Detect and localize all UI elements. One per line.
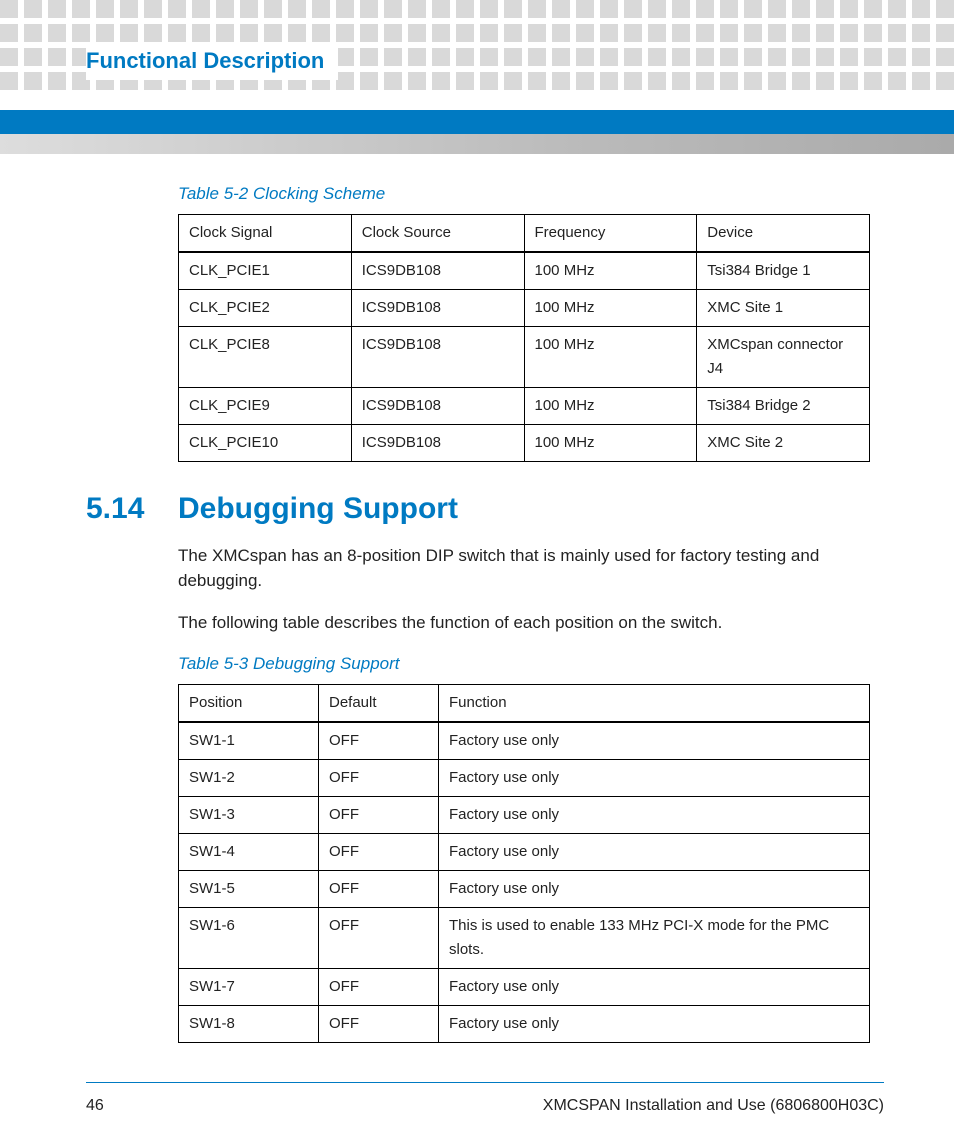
page-footer: 46 XMCSPAN Installation and Use (6806800… <box>86 1097 884 1115</box>
section-number: 5.14 <box>86 492 178 526</box>
table-cell: 100 MHz <box>524 290 697 327</box>
table-cell: This is used to enable 133 MHz PCI-X mod… <box>439 907 870 968</box>
table-cell: Tsi384 Bridge 2 <box>697 388 870 425</box>
table-cell: SW1-8 <box>179 1005 319 1042</box>
table-cell: XMCspan connector J4 <box>697 327 870 388</box>
table-header-cell: Frequency <box>524 215 697 253</box>
table-cell: SW1-4 <box>179 833 319 870</box>
table-header-cell: Default <box>319 684 439 722</box>
table-5-2-caption: Table 5-2 Clocking Scheme <box>178 184 870 204</box>
table-row: SW1-7OFFFactory use only <box>179 968 870 1005</box>
table-5-3-caption: Table 5-3 Debugging Support <box>178 654 870 674</box>
table-cell: Tsi384 Bridge 1 <box>697 252 870 290</box>
table-cell: CLK_PCIE8 <box>179 327 352 388</box>
table-cell: SW1-1 <box>179 722 319 760</box>
table-cell: Factory use only <box>439 870 870 907</box>
table-header-cell: Clock Signal <box>179 215 352 253</box>
table-cell: SW1-6 <box>179 907 319 968</box>
section-heading: 5.14 Debugging Support <box>86 492 870 526</box>
table-row: SW1-3OFFFactory use only <box>179 796 870 833</box>
clocking-scheme-table: Clock SignalClock SourceFrequencyDevice … <box>178 214 870 462</box>
table-cell: Factory use only <box>439 759 870 796</box>
table-cell: ICS9DB108 <box>351 327 524 388</box>
table-row: SW1-8OFFFactory use only <box>179 1005 870 1042</box>
table-row: CLK_PCIE9ICS9DB108100 MHzTsi384 Bridge 2 <box>179 388 870 425</box>
page-section-title: Functional Description <box>86 42 338 80</box>
table-row: CLK_PCIE8ICS9DB108100 MHzXMCspan connect… <box>179 327 870 388</box>
table-cell: SW1-5 <box>179 870 319 907</box>
table-header-cell: Position <box>179 684 319 722</box>
table-row: SW1-4OFFFactory use only <box>179 833 870 870</box>
table-cell: ICS9DB108 <box>351 388 524 425</box>
table-cell: OFF <box>319 1005 439 1042</box>
table-header-cell: Clock Source <box>351 215 524 253</box>
paragraph-2: The following table describes the functi… <box>178 611 870 636</box>
table-cell: XMC Site 2 <box>697 425 870 462</box>
table-cell: SW1-7 <box>179 968 319 1005</box>
table-row: CLK_PCIE1ICS9DB108100 MHzTsi384 Bridge 1 <box>179 252 870 290</box>
table-cell: CLK_PCIE9 <box>179 388 352 425</box>
table-cell: CLK_PCIE1 <box>179 252 352 290</box>
table-cell: XMC Site 1 <box>697 290 870 327</box>
table-cell: Factory use only <box>439 833 870 870</box>
table-cell: SW1-2 <box>179 759 319 796</box>
paragraph-1: The XMCspan has an 8-position DIP switch… <box>178 544 870 593</box>
table-cell: Factory use only <box>439 1005 870 1042</box>
table-cell: ICS9DB108 <box>351 425 524 462</box>
table-cell: 100 MHz <box>524 425 697 462</box>
table-cell: Factory use only <box>439 722 870 760</box>
document-id: XMCSPAN Installation and Use (6806800H03… <box>543 1097 884 1115</box>
debugging-support-table: PositionDefaultFunction SW1-1OFFFactory … <box>178 684 870 1043</box>
table-cell: SW1-3 <box>179 796 319 833</box>
table-cell: OFF <box>319 759 439 796</box>
header-grey-bar <box>0 134 954 154</box>
table-row: SW1-2OFFFactory use only <box>179 759 870 796</box>
table-cell: OFF <box>319 796 439 833</box>
section-title: Debugging Support <box>178 492 458 526</box>
table-row: SW1-5OFFFactory use only <box>179 870 870 907</box>
table-row: SW1-6OFFThis is used to enable 133 MHz P… <box>179 907 870 968</box>
table-cell: 100 MHz <box>524 388 697 425</box>
table-cell: 100 MHz <box>524 327 697 388</box>
table-cell: CLK_PCIE2 <box>179 290 352 327</box>
page-number: 46 <box>86 1097 104 1115</box>
page-content: Table 5-2 Clocking Scheme Clock SignalCl… <box>86 184 870 1071</box>
header-blue-bar <box>0 110 954 134</box>
table-cell: CLK_PCIE10 <box>179 425 352 462</box>
table-cell: ICS9DB108 <box>351 252 524 290</box>
table-header-cell: Device <box>697 215 870 253</box>
table-row: CLK_PCIE10ICS9DB108100 MHzXMC Site 2 <box>179 425 870 462</box>
table-cell: ICS9DB108 <box>351 290 524 327</box>
footer-divider <box>86 1082 884 1083</box>
table-header-cell: Function <box>439 684 870 722</box>
table-cell: OFF <box>319 722 439 760</box>
table-cell: OFF <box>319 833 439 870</box>
table-cell: OFF <box>319 968 439 1005</box>
table-cell: 100 MHz <box>524 252 697 290</box>
table-cell: Factory use only <box>439 796 870 833</box>
table-row: CLK_PCIE2ICS9DB108100 MHzXMC Site 1 <box>179 290 870 327</box>
table-row: SW1-1OFFFactory use only <box>179 722 870 760</box>
table-cell: OFF <box>319 907 439 968</box>
table-cell: Factory use only <box>439 968 870 1005</box>
table-cell: OFF <box>319 870 439 907</box>
